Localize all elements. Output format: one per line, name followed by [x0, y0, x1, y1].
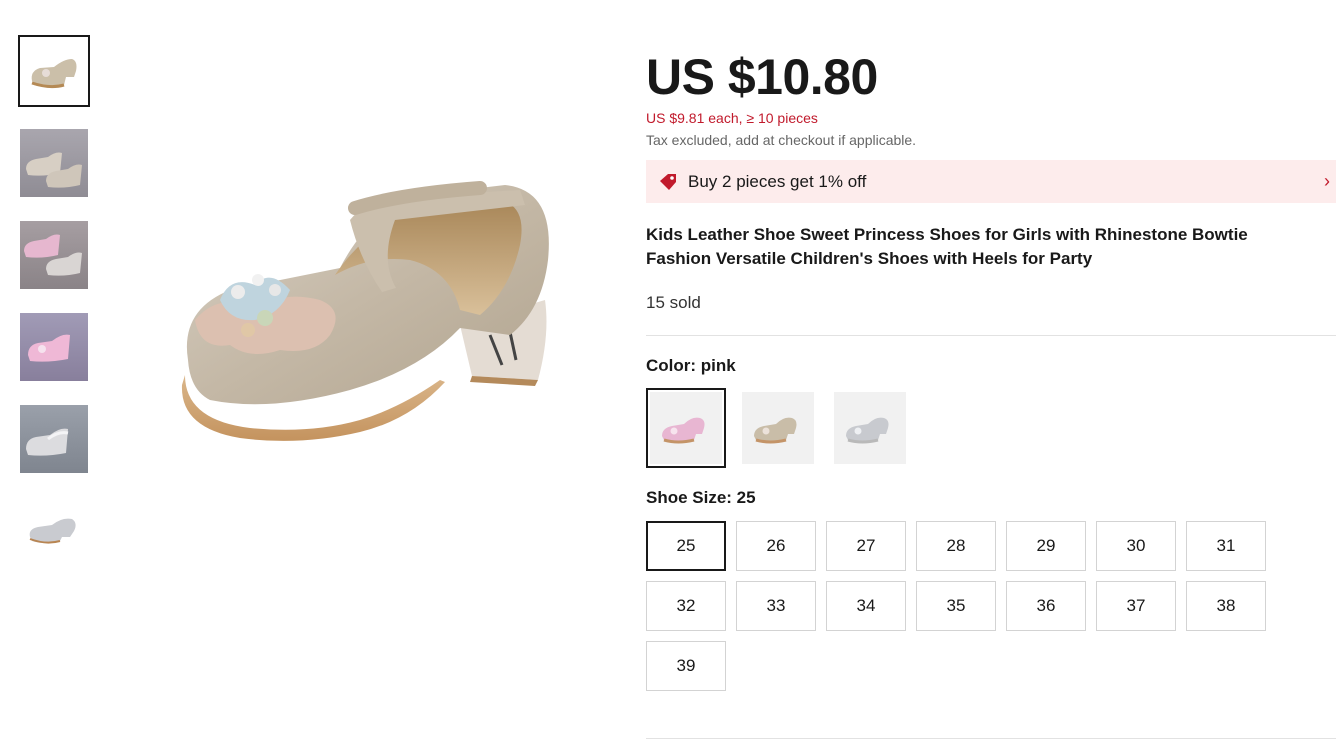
- thumbnail-4[interactable]: [18, 311, 90, 383]
- pink-shoes-photo-thumbnail-image-2: [20, 313, 88, 381]
- thumbnail-2[interactable]: [18, 127, 90, 199]
- thumbnail-list: [18, 35, 90, 587]
- product-info: US $10.80 US $9.81 each, ≥ 10 pieces Tax…: [646, 50, 1336, 691]
- color-swatch-pink[interactable]: [646, 388, 726, 468]
- size-option[interactable]: 37: [1096, 581, 1176, 631]
- shoes-photo-thumbnail-image: [20, 129, 88, 197]
- size-option[interactable]: 28: [916, 521, 996, 571]
- silver-shoes-photo-thumbnail-image: [20, 405, 88, 473]
- price-tag-icon: [660, 173, 676, 190]
- promo-banner[interactable]: Buy 2 pieces get 1% off ›: [646, 160, 1336, 203]
- thumbnail-3[interactable]: [18, 219, 90, 291]
- promo-text: Buy 2 pieces get 1% off: [688, 171, 867, 191]
- size-option[interactable]: 26: [736, 521, 816, 571]
- color-swatch-silver[interactable]: [830, 388, 910, 468]
- color-swatch-champagne[interactable]: [738, 388, 818, 468]
- size-option[interactable]: 30: [1096, 521, 1176, 571]
- size-option[interactable]: 39: [646, 641, 726, 691]
- size-option[interactable]: 34: [826, 581, 906, 631]
- thumbnail-6[interactable]: [18, 495, 90, 567]
- size-option[interactable]: 25: [646, 521, 726, 571]
- size-option[interactable]: 38: [1186, 581, 1266, 631]
- product-title: Kids Leather Shoe Sweet Princess Shoes f…: [646, 225, 1248, 268]
- tax-note: Tax excluded, add at checkout if applica…: [646, 132, 917, 148]
- size-options: 25 26 27 28 29 30 31 32 33 34 35 36 37 3…: [646, 521, 1336, 691]
- shoe-thumbnail-image: [20, 37, 88, 105]
- divider: [646, 335, 1336, 336]
- size-option[interactable]: 29: [1006, 521, 1086, 571]
- size-option[interactable]: 27: [826, 521, 906, 571]
- color-label: Color: pink: [646, 356, 736, 375]
- thumbnail-5[interactable]: [18, 403, 90, 475]
- size-label: Shoe Size: 25: [646, 488, 756, 507]
- silver-shoe-thumbnail-image-2: [20, 497, 88, 565]
- champagne-shoe-swatch-icon: [754, 417, 797, 444]
- size-option[interactable]: 36: [1006, 581, 1086, 631]
- main-product-image[interactable]: [160, 150, 580, 470]
- size-option[interactable]: 32: [646, 581, 726, 631]
- size-option[interactable]: 31: [1186, 521, 1266, 571]
- pink-shoe-swatch-icon: [662, 417, 705, 444]
- size-option[interactable]: 35: [916, 581, 996, 631]
- color-swatches: [646, 388, 1336, 468]
- bulk-price: US $9.81 each, ≥ 10 pieces: [646, 110, 818, 126]
- size-option[interactable]: 33: [736, 581, 816, 631]
- silver-shoe-swatch-icon: [846, 417, 889, 444]
- bottom-divider: [646, 738, 1336, 739]
- chevron-right-icon[interactable]: ›: [1324, 171, 1330, 192]
- pink-shoes-photo-thumbnail-image: [20, 221, 88, 289]
- thumbnail-1[interactable]: [18, 35, 90, 107]
- product-price: US $10.80: [646, 49, 878, 105]
- sold-count: 15 sold: [646, 293, 701, 312]
